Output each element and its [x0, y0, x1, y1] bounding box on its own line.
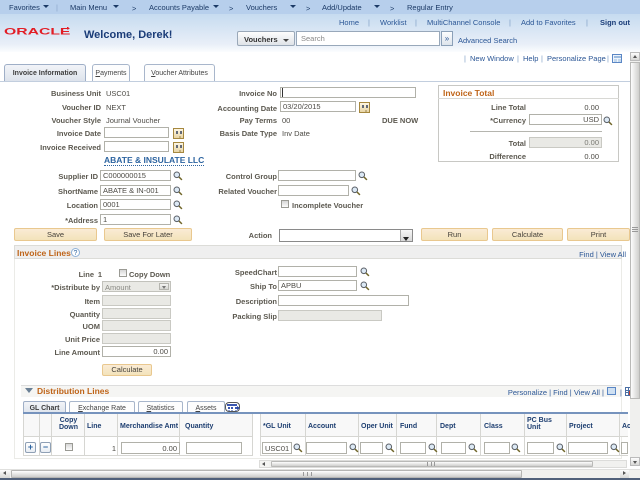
svg-text:ORACLE: ORACLE: [4, 26, 71, 36]
